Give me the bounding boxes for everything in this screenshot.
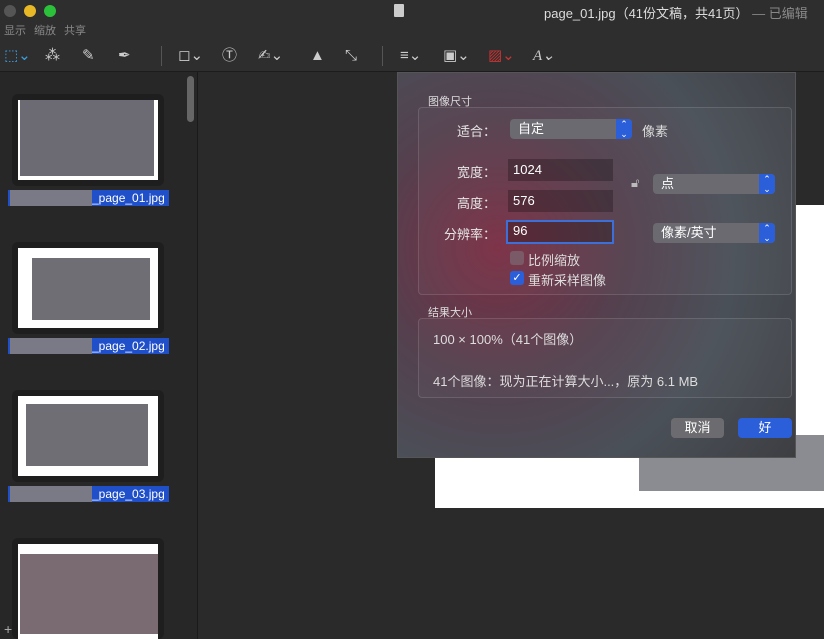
- text-icon[interactable]: Ⓣ: [222, 46, 237, 66]
- chevron-updown-icon: ⌃ ⌄: [616, 119, 632, 139]
- fit-unit: 像素: [642, 124, 669, 139]
- resample-checkbox[interactable]: ✓: [510, 271, 524, 285]
- thumbnail-label[interactable]: _page_01.jpg: [8, 190, 169, 206]
- thumbnail-label[interactable]: _page_03.jpg: [8, 486, 169, 502]
- resolution-unit-select[interactable]: 像素/英寸 ⌃ ⌄: [653, 223, 775, 243]
- thumbnail-page-03[interactable]: [12, 390, 164, 482]
- scale-proportionally-checkbox[interactable]: [510, 251, 524, 265]
- adjust-color-icon[interactable]: ▲: [310, 46, 325, 66]
- height-input[interactable]: 576: [508, 190, 613, 212]
- resolution-label: 分辨率：: [443, 227, 496, 242]
- ok-button[interactable]: 好: [738, 418, 792, 438]
- adjust-size-dialog: 图像尺寸 适合： 自定 ⌃ ⌄ 像素 宽度： 1024 高度： 576 🔓︎ 点 ⌃ ⌄…: [397, 72, 796, 458]
- edited-indicator[interactable]: — 已编辑: [752, 6, 808, 21]
- toolbar-menu: 显示 缩放 共享: [4, 22, 94, 38]
- signature-icon[interactable]: ✍⌄: [258, 46, 283, 66]
- fill-color-icon[interactable]: ▨⌄: [488, 46, 515, 66]
- result-scale-text: 100 × 100%（41个图像）: [433, 332, 583, 347]
- resample-label[interactable]: 重新采样图像: [528, 270, 606, 289]
- width-input[interactable]: 1024: [508, 159, 613, 181]
- document-icon: [394, 4, 404, 17]
- thumbnail-page-01[interactable]: [12, 94, 164, 186]
- add-page-icon[interactable]: +: [4, 621, 12, 637]
- thumbnail-page-02[interactable]: [12, 242, 164, 334]
- lock-open-icon[interactable]: 🔓︎: [631, 175, 639, 191]
- title-bar: page_01.jpg（41份文稿，共41页） — 已编辑 显示 缩放 共享: [0, 0, 824, 40]
- sidebar-scrollbar[interactable]: [187, 76, 194, 122]
- adjust-size-icon[interactable]: ⤡: [345, 46, 357, 66]
- selection-tool-icon[interactable]: ⬚⌄: [4, 46, 31, 66]
- instant-alpha-icon[interactable]: ⁂: [45, 46, 60, 66]
- text-style-icon[interactable]: A⌄: [533, 46, 555, 66]
- height-label: 高度：: [456, 196, 496, 211]
- thumbnail-label[interactable]: _page_02.jpg: [8, 338, 169, 354]
- menu-share[interactable]: 共享: [64, 25, 86, 37]
- result-size-text: 41个图像：现为正在计算大小...，原为 6.1 MB: [433, 374, 699, 389]
- sketch-icon[interactable]: ✎: [82, 46, 95, 66]
- shapes-icon[interactable]: ◻⌄: [178, 46, 203, 66]
- cancel-button[interactable]: 取消: [671, 418, 724, 438]
- zoom-window-button[interactable]: [44, 5, 56, 17]
- width-label: 宽度：: [456, 165, 496, 180]
- menu-zoom[interactable]: 缩放: [34, 25, 56, 37]
- fit-label: 适合：: [456, 124, 496, 139]
- size-unit-select[interactable]: 点 ⌃ ⌄: [653, 174, 775, 194]
- draw-icon[interactable]: ✒: [118, 46, 131, 66]
- menu-view[interactable]: 显示: [4, 25, 26, 37]
- thumbnail-sidebar: _page_01.jpg _page_02.jpg _page_03.jpg +: [0, 72, 198, 639]
- shape-style-icon[interactable]: ≡⌄: [400, 46, 421, 66]
- fit-select[interactable]: 自定 ⌃ ⌄: [510, 119, 632, 139]
- thumbnail-page-04[interactable]: [12, 538, 164, 639]
- scale-proportionally-label[interactable]: 比例缩放: [528, 250, 580, 269]
- resolution-input[interactable]: 96: [506, 220, 614, 244]
- chevron-updown-icon: ⌃ ⌄: [759, 174, 775, 194]
- close-window-button[interactable]: [4, 5, 16, 17]
- markup-toolbar: ⬚⌄ ⁂ ✎ ✒ ◻⌄ Ⓣ ✍⌄ ▲ ⤡ ≡⌄ ▣⌄ ▨⌄ A⌄: [0, 40, 824, 72]
- minimize-window-button[interactable]: [24, 5, 36, 17]
- chevron-updown-icon: ⌃ ⌄: [759, 223, 775, 243]
- border-color-icon[interactable]: ▣⌄: [443, 46, 470, 66]
- window-title: page_01.jpg（41份文稿，共41页） — 已编辑: [544, 6, 808, 21]
